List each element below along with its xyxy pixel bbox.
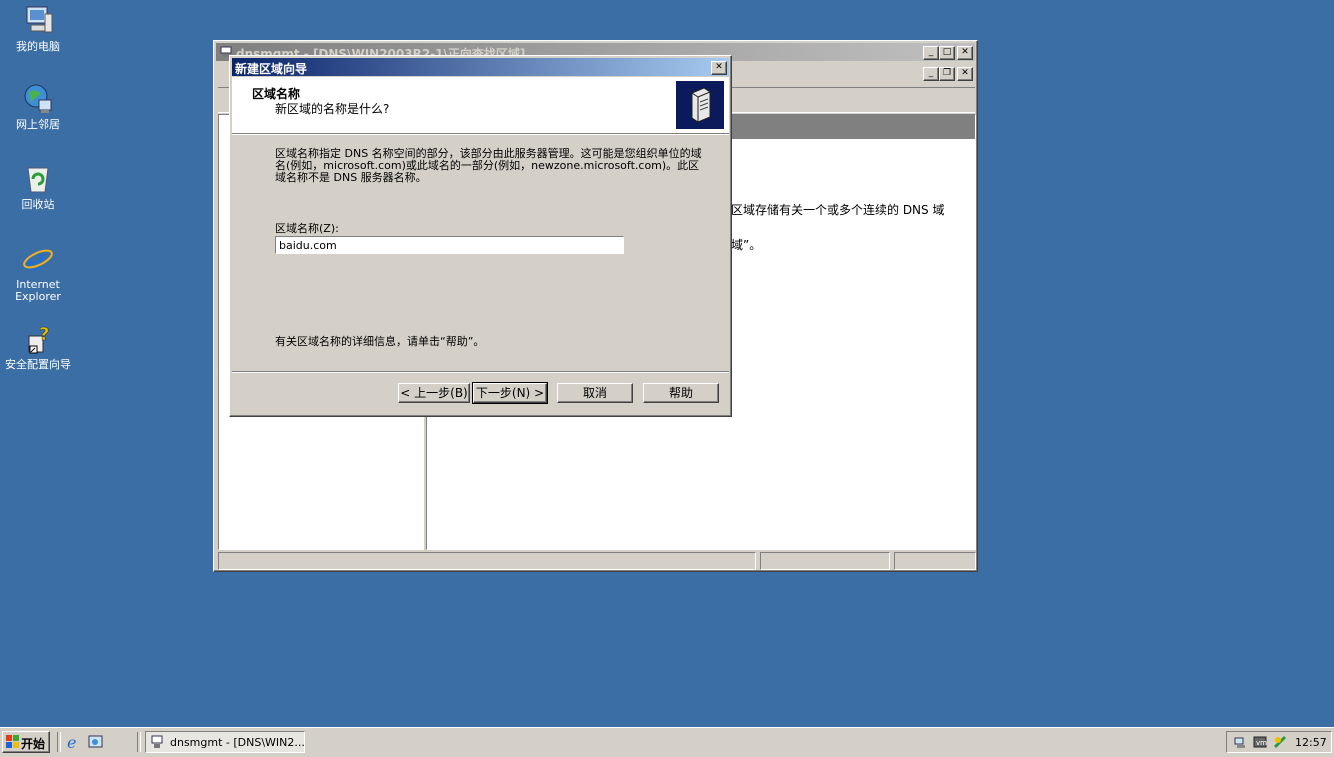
svg-text:e: e	[67, 734, 76, 750]
maximize-button[interactable]: □	[939, 46, 955, 60]
child-restore-button[interactable]: ❐	[939, 67, 955, 81]
details-text-1: 区域存储有关一个或多个连续的 DNS 域	[731, 203, 945, 217]
status-panel	[894, 552, 976, 570]
ie-icon: e	[21, 240, 55, 278]
taskbar-task-dnsmgmt[interactable]: dnsmgmt - [DNS\WIN2...	[145, 731, 305, 753]
network-tray-icon[interactable]	[1233, 735, 1247, 749]
start-label: 开始	[21, 737, 46, 751]
svg-text:e: e	[26, 242, 45, 276]
next-button[interactable]: 下一步(N) >	[472, 382, 548, 404]
wizard-title: 新建区域向导	[235, 62, 308, 76]
wizard-title-bar[interactable]: 新建区域向导 ✕	[232, 58, 729, 76]
close-button[interactable]: ✕	[711, 61, 727, 75]
server-icon	[676, 81, 724, 129]
zone-name-label: 区域名称(Z):	[275, 222, 339, 235]
status-panel	[760, 552, 890, 570]
desktop-icon-recycle-bin[interactable]: 回收站	[0, 162, 76, 211]
security-tray-icon[interactable]	[1273, 735, 1287, 749]
desktop-icon-label: 安全配置向导	[5, 358, 71, 371]
minimize-button[interactable]: _	[923, 46, 939, 60]
security-wizard-icon: ?	[21, 322, 55, 356]
desktop-icon-label: 我的电脑	[16, 40, 60, 53]
new-zone-wizard-dialog: 新建区域向导 ✕ 区域名称 新区域的名称是什么? 区域名称指定 DNS 名称空间…	[229, 55, 732, 417]
desktop-icon-my-computer[interactable]: 我的电脑	[0, 4, 76, 53]
dns-icon	[150, 735, 164, 749]
status-bar	[218, 552, 976, 570]
taskbar: 开始 e dnsmgmt - [DNS\WIN2... vm 12:57	[0, 727, 1334, 757]
network-places-icon	[21, 82, 55, 116]
desktop-icon-label: 网上邻居	[16, 118, 60, 131]
start-button[interactable]: 开始	[2, 731, 50, 753]
windows-logo-icon	[6, 735, 20, 749]
clock: 12:57	[1295, 736, 1327, 749]
wizard-description: 区域名称指定 DNS 名称空间的部分，该部分由此服务器管理。这可能是您组织单位的…	[275, 147, 702, 184]
recycle-bin-icon	[21, 162, 55, 196]
wizard-separator	[232, 371, 729, 373]
help-button[interactable]: 帮助	[643, 383, 719, 403]
wizard-header: 区域名称 新区域的名称是什么?	[232, 77, 729, 134]
close-button[interactable]: ✕	[957, 46, 973, 60]
system-tray: vm 12:57	[1226, 731, 1332, 753]
desktop-icon-security-wizard[interactable]: ? 安全配置向导	[0, 322, 76, 371]
vm-tray-icon[interactable]: vm	[1253, 735, 1267, 749]
quicklaunch-desktop-icon[interactable]	[88, 734, 104, 750]
svg-text:vm: vm	[1256, 739, 1267, 747]
wizard-header-subtitle: 新区域的名称是什么?	[275, 102, 390, 116]
desktop-icon-ie[interactable]: e Internet Explorer	[0, 240, 76, 303]
zone-name-input[interactable]: baidu.com	[275, 236, 624, 254]
back-button[interactable]: < 上一步(B)	[398, 383, 470, 403]
wizard-help-text: 有关区域名称的详细信息，请单击“帮助”。	[275, 335, 485, 348]
child-minimize-button[interactable]: _	[923, 67, 939, 81]
desktop-icon-label: 回收站	[21, 198, 55, 211]
desktop-icon-network[interactable]: 网上邻居	[0, 82, 76, 131]
details-text-2: 域”。	[731, 238, 762, 252]
zone-name-value: baidu.com	[279, 239, 337, 252]
task-label: dnsmgmt - [DNS\WIN2...	[170, 736, 305, 749]
my-computer-icon	[21, 4, 55, 38]
desktop-icon-label: Internet Explorer	[15, 278, 61, 303]
quicklaunch-ie-icon[interactable]: e	[66, 733, 82, 752]
status-panel	[218, 552, 756, 570]
cancel-button[interactable]: 取消	[557, 383, 633, 403]
child-close-button[interactable]: ✕	[957, 67, 973, 81]
svg-text:?: ?	[39, 324, 49, 345]
